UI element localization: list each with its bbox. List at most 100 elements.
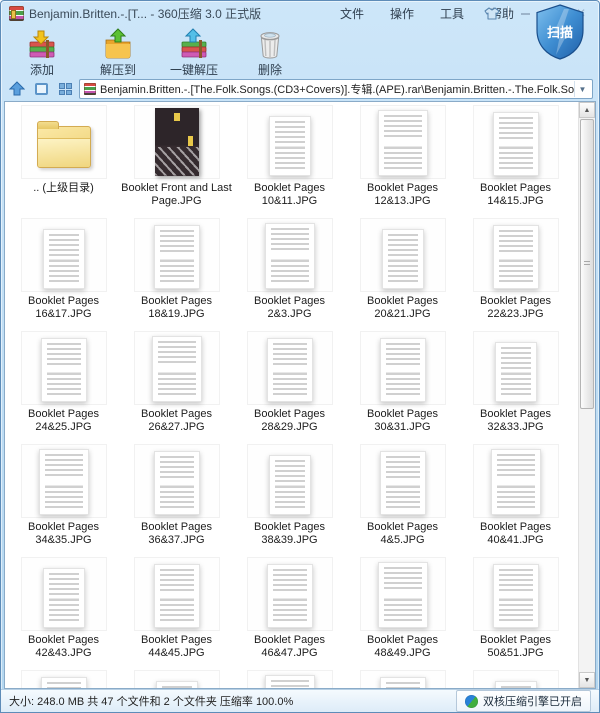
file-item-label: Booklet Pages 42&43.JPG [28,634,99,659]
file-item[interactable]: Booklet Pages 24&25.JPG [7,328,120,441]
app-window: Benjamin.Britten.-.[T... - 360压缩 3.0 正式版… [0,0,600,713]
file-item[interactable]: Booklet Pages 44&45.JPG [120,554,233,667]
file-item[interactable] [120,667,233,688]
file-item[interactable]: Booklet Pages 2&3.JPG [233,215,346,328]
add-button-label: 添加 [29,63,54,77]
file-thumbnail [20,105,107,179]
delete-button[interactable]: 删除 [239,27,301,78]
file-item-label: Booklet Pages 28&29.JPG [254,408,325,433]
file-item[interactable]: .. (上级目录) [7,102,120,215]
vertical-scrollbar[interactable]: ▲ ▼ [578,102,595,688]
shirt-icon [484,6,500,20]
file-thumbnail-image [492,564,539,628]
file-item[interactable]: Booklet Pages 34&35.JPG [7,441,120,554]
file-item[interactable]: Booklet Pages 20&21.JPG [346,215,459,328]
file-item[interactable]: Booklet Pages 22&23.JPG [459,215,572,328]
file-item[interactable] [459,667,572,688]
file-item-label: Booklet Pages 46&47.JPG [254,634,325,659]
file-thumbnail [20,331,107,405]
delete-button-label: 删除 [257,63,282,77]
one-click-extract-button[interactable]: 一键解压 [163,27,225,78]
file-thumbnail [20,670,107,688]
up-directory-button[interactable] [7,80,27,98]
scroll-up-button[interactable]: ▲ [579,102,595,118]
file-item[interactable]: Booklet Pages 10&11.JPG [233,102,346,215]
scan-button-label: 扫描 [547,25,573,40]
file-item-label: Booklet Pages 30&31.JPG [367,408,438,433]
file-item[interactable]: Booklet Pages 50&51.JPG [459,554,572,667]
file-item-label: Booklet Pages 48&49.JPG [367,634,438,659]
file-thumbnail-image [153,564,200,628]
file-thumbnail-image [268,455,311,515]
file-thumbnail-image [264,675,315,688]
file-item[interactable]: Booklet Pages 28&29.JPG [233,328,346,441]
file-item[interactable] [7,667,120,688]
file-thumbnail [133,218,220,292]
file-thumbnail [133,557,220,631]
large-icons-view-button[interactable] [31,80,51,98]
file-item[interactable]: Booklet Pages 30&31.JPG [346,328,459,441]
file-thumbnail [472,557,559,631]
file-item[interactable]: Booklet Pages 12&13.JPG [346,102,459,215]
add-button[interactable]: 添加 [11,27,73,78]
scan-button[interactable]: 扫描 [531,3,589,61]
scrollbar-thumb[interactable] [580,119,594,409]
file-thumbnail [246,670,333,688]
archive-path: Benjamin.Britten.-.[The.Folk.Songs.(CD3+… [100,84,574,96]
file-thumbnail-image [494,681,537,688]
one-click-extract-icon [178,28,210,60]
menu-tools[interactable]: 工具 [431,3,473,24]
file-thumbnail-image [153,225,200,289]
file-item[interactable]: Booklet Pages 42&43.JPG [7,554,120,667]
file-item[interactable]: Booklet Pages 36&37.JPG [120,441,233,554]
file-thumbnail [472,105,559,179]
window-title: Benjamin.Britten.-.[T... - 360压缩 3.0 正式版 [29,6,262,21]
extract-to-button[interactable]: 解压到 [87,27,149,78]
file-item[interactable]: Booklet Pages 48&49.JPG [346,554,459,667]
file-item-label: Booklet Pages 24&25.JPG [28,408,99,433]
file-item[interactable]: Booklet Pages 40&41.JPG [459,441,572,554]
file-item[interactable]: Booklet Pages 18&19.JPG [120,215,233,328]
menu-operation[interactable]: 操作 [381,3,423,24]
file-thumbnail-image [268,116,311,176]
app-archive-icon [9,5,24,21]
file-item[interactable]: Booklet Pages 38&39.JPG [233,441,346,554]
file-item[interactable]: Booklet Pages 16&17.JPG [7,215,120,328]
file-thumbnail-image [151,336,202,402]
up-arrow-icon [9,81,25,96]
file-thumbnail-image [381,229,424,289]
file-thumbnail [20,557,107,631]
file-thumbnail [359,218,446,292]
address-input[interactable]: Benjamin.Britten.-.[The.Folk.Songs.(CD3+… [79,79,593,99]
file-thumbnail-image [494,342,537,402]
file-item[interactable]: Booklet Pages 14&15.JPG [459,102,572,215]
file-item-label: Booklet Pages 38&39.JPG [254,521,325,546]
file-item[interactable]: Booklet Pages 46&47.JPG [233,554,346,667]
file-item[interactable]: Booklet Pages 26&27.JPG [120,328,233,441]
file-thumbnail-image [379,451,426,515]
file-thumbnail-image [266,564,313,628]
address-dropdown-button[interactable]: ▼ [574,81,590,97]
file-thumbnail-image [155,681,198,688]
file-thumbnail-image [379,338,426,402]
file-thumbnail [359,670,446,688]
file-item[interactable]: Booklet Pages 32&33.JPG [459,328,572,441]
file-thumbnail-image [379,677,426,688]
grid-view-button[interactable] [55,80,75,98]
scroll-down-button[interactable]: ▼ [579,672,595,688]
file-item[interactable] [346,667,459,688]
file-thumbnail [246,331,333,405]
file-item[interactable] [233,667,346,688]
file-item[interactable]: Booklet Pages 4&5.JPG [346,441,459,554]
file-item-label: Booklet Pages 44&45.JPG [141,634,212,659]
file-thumbnail [472,670,559,688]
engine-status-button[interactable]: 双核压缩引擎已开启 [456,690,591,712]
one-click-extract-button-label: 一键解压 [169,63,218,77]
file-item[interactable]: Booklet Front and Last Page.JPG [120,102,233,215]
archive-summary: 大小: 248.0 MB 共 47 个文件和 2 个文件夹 压缩率 100.0% [9,696,294,708]
menu-file[interactable]: 文件 [331,3,373,24]
skin-button[interactable] [480,4,504,22]
extract-to-icon [102,28,134,60]
file-thumbnail [359,557,446,631]
file-thumbnail [246,557,333,631]
